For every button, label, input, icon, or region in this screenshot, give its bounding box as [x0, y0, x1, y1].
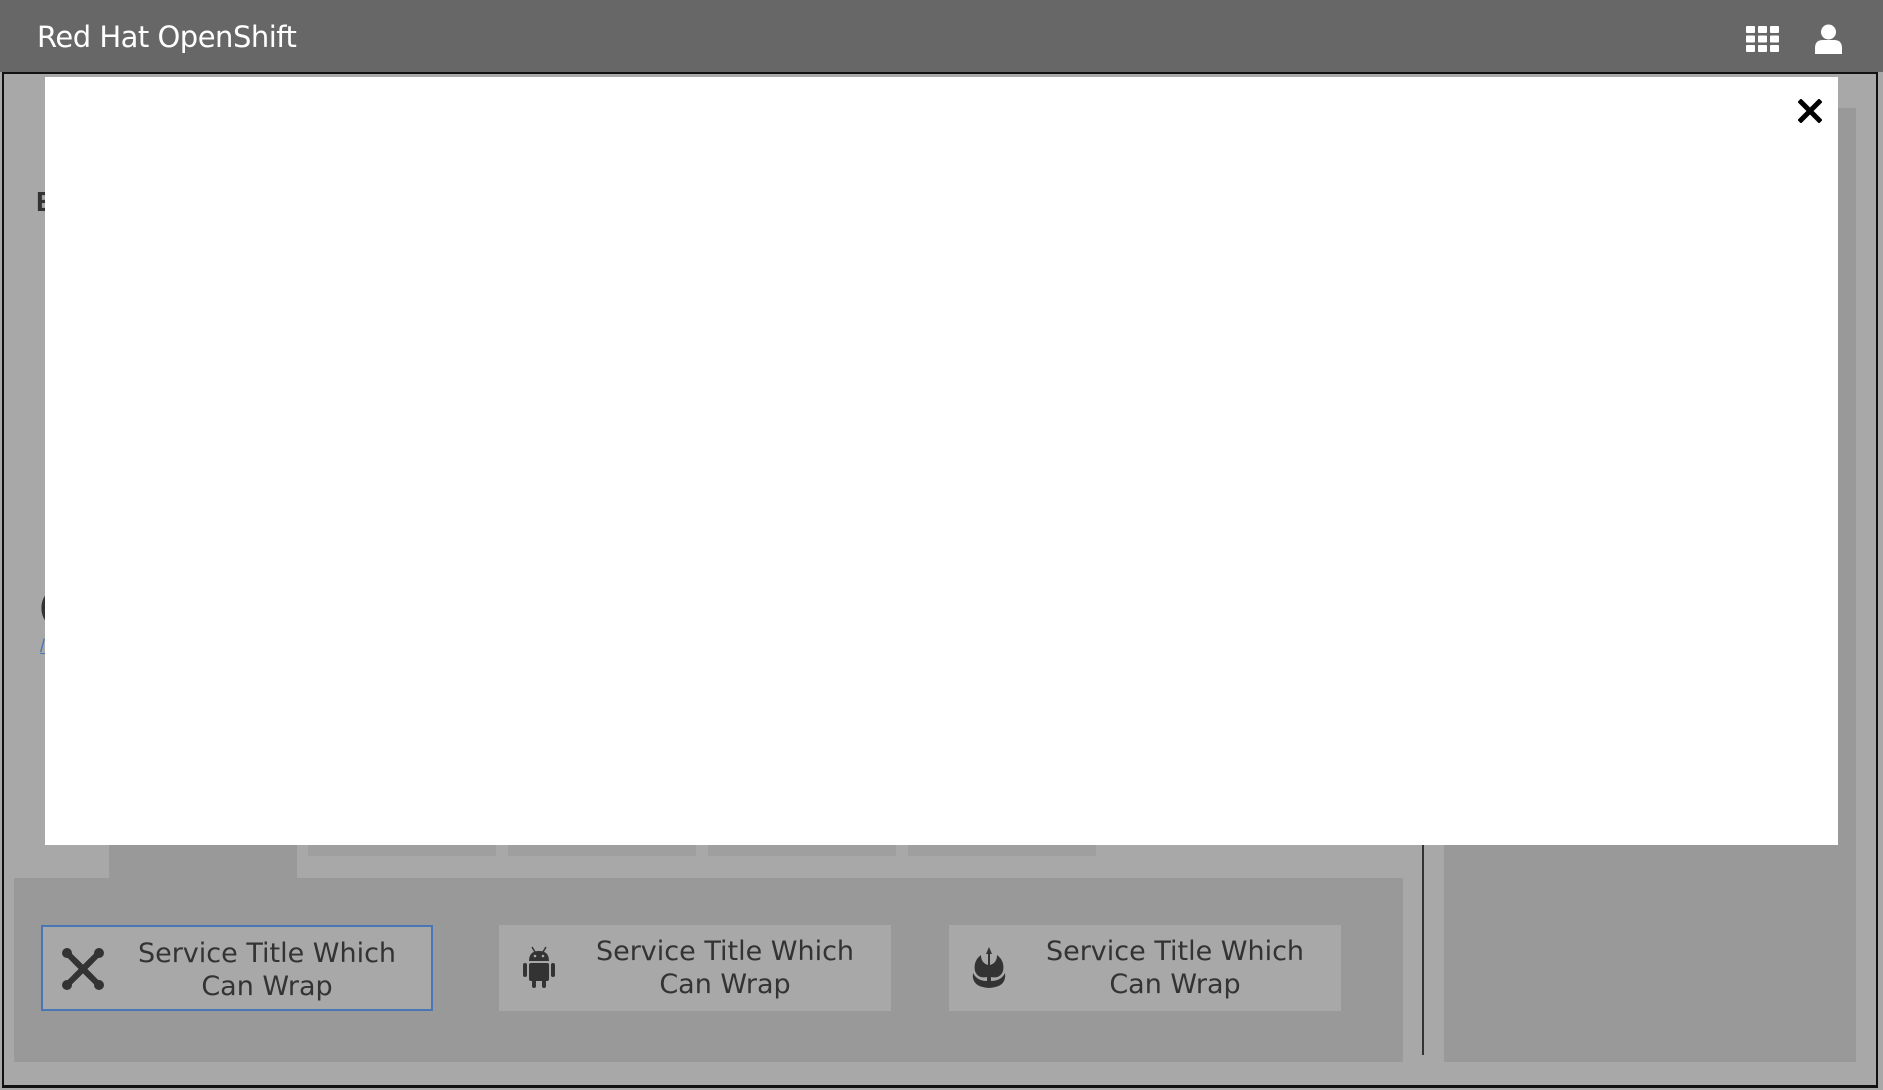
close-icon[interactable] [1798, 99, 1822, 123]
service-card-joomla[interactable]: Service Title Which Can Wrap [41, 925, 433, 1011]
service-title: Service Title Which Can Wrap [1045, 936, 1305, 1000]
brand-title: Red Hat OpenShift [37, 20, 297, 54]
tab[interactable] [708, 845, 896, 856]
masthead: Red Hat OpenShift [0, 0, 1883, 72]
modal-dialog [45, 77, 1838, 845]
service-title: Service Title Which Can Wrap [595, 936, 855, 1000]
service-card-android[interactable]: Service Title Which Can Wrap [499, 925, 891, 1011]
divider [1422, 845, 1424, 1055]
grid-icon[interactable] [1746, 26, 1779, 52]
tab-active[interactable] [109, 845, 297, 878]
service-card-rebel[interactable]: Service Title Which Can Wrap [949, 925, 1341, 1011]
tab[interactable] [508, 845, 696, 856]
joomla-icon [62, 948, 104, 990]
service-title: Service Title Which Can Wrap [137, 938, 397, 1002]
rebel-icon [972, 947, 1006, 988]
tab[interactable] [908, 845, 1096, 856]
tab[interactable] [308, 845, 496, 856]
user-icon[interactable] [1815, 24, 1842, 54]
android-icon [523, 946, 555, 988]
